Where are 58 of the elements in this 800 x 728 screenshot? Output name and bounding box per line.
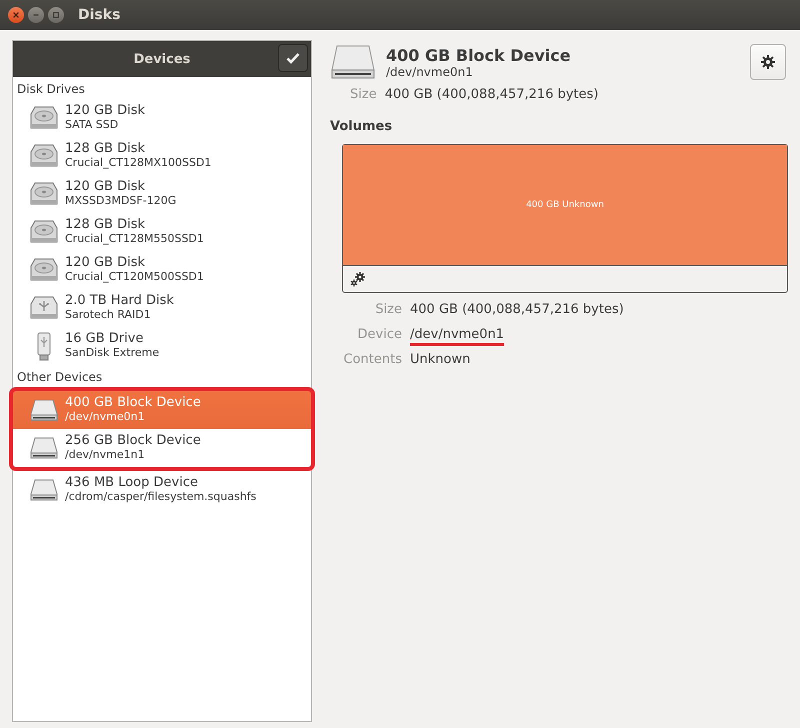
device-path: /dev/nvme0n1: [386, 64, 474, 78]
close-icon: [12, 11, 20, 19]
device-name: 2.0 TB Hard Disk: [65, 294, 174, 310]
device-detail: /cdrom/casper/filesystem.squashfs: [65, 491, 256, 504]
device-name: 256 GB Block Device: [65, 434, 201, 450]
device-name: 120 GB Disk: [65, 180, 146, 196]
device-detail: /dev/nvme1n1: [65, 449, 146, 462]
device-item[interactable]: 128 GB Disk Crucial_CT128MX100SSD1: [13, 137, 311, 175]
drive-icon: [330, 44, 376, 80]
group-label: Other Devices: [16, 369, 104, 386]
group-label: Disk Drives: [16, 81, 86, 98]
device-detail: Sarotech RAID1: [65, 309, 152, 322]
device-item[interactable]: 436 MB Loop Device /cdrom/casper/filesystem.squashfs: [13, 471, 311, 509]
checkmark-icon: [286, 52, 300, 64]
drive-icon: [28, 398, 60, 422]
field-value: 400 GB (400,088,457,216 bytes): [410, 301, 624, 319]
drive-icon: [28, 436, 60, 460]
device-item[interactable]: 2.0 TB Hard Disk Sarotech RAID1: [13, 289, 311, 327]
minimize-button[interactable]: [28, 7, 44, 23]
device-name: 128 GB Disk: [65, 218, 146, 234]
device-name: 16 GB Drive: [65, 332, 144, 348]
device-name: 120 GB Disk: [65, 104, 145, 120]
device-detail: MXSSD3MDSF-120G: [65, 195, 176, 208]
gears-icon: [349, 271, 367, 287]
device-name: 128 GB Disk: [65, 142, 146, 158]
device-item[interactable]: 120 GB Disk MXSSD3MDSF-120G: [13, 175, 311, 213]
device-item[interactable]: 128 GB Disk Crucial_CT128M550SSD1: [13, 213, 311, 251]
field-label: Size: [350, 86, 377, 104]
section-title: Volumes: [330, 119, 394, 134]
device-detail: /dev/nvme0n1: [65, 411, 146, 424]
field-label: Contents: [342, 351, 402, 369]
field-value: 400 GB (400,088,457,216 bytes): [384, 86, 598, 104]
select-button[interactable]: [278, 44, 308, 72]
device-name: 436 MB Loop Device: [65, 476, 199, 492]
device-detail: SanDisk Extreme: [65, 347, 160, 360]
device-detail: Crucial_CT120M500SSD1: [65, 271, 204, 284]
partition-settings-button[interactable]: [349, 271, 367, 287]
device-detail: SATA SSD: [65, 119, 120, 132]
device-item[interactable]: 120 GB Disk SATA SSD: [13, 99, 311, 137]
field-value: Unknown: [410, 351, 470, 369]
panel-title: Devices: [134, 52, 190, 66]
field-label: Size: [374, 301, 402, 319]
field-value: /dev/nvme0n1: [410, 326, 504, 344]
device-title: 400 GB Block Device: [386, 46, 572, 64]
device-detail: Crucial_CT128M550SSD1: [65, 233, 204, 246]
device-item[interactable]: 16 GB Drive SanDisk Extreme: [13, 327, 311, 365]
device-name: 400 GB Block Device: [65, 396, 201, 412]
field-label: Device: [356, 326, 402, 344]
settings-button[interactable]: [750, 44, 786, 80]
drive-icon: [28, 478, 60, 502]
close-button[interactable]: [8, 7, 24, 23]
device-name: 120 GB Disk: [65, 256, 146, 272]
maximize-icon: [52, 11, 60, 19]
maximize-button[interactable]: [48, 7, 64, 23]
device-detail: Crucial_CT128MX100SSD1: [65, 157, 212, 170]
window-title: Disks: [78, 7, 120, 23]
device-item[interactable]: 256 GB Block Device /dev/nvme1n1: [13, 429, 311, 467]
device-item[interactable]: 120 GB Disk Crucial_CT120M500SSD1: [13, 251, 311, 289]
